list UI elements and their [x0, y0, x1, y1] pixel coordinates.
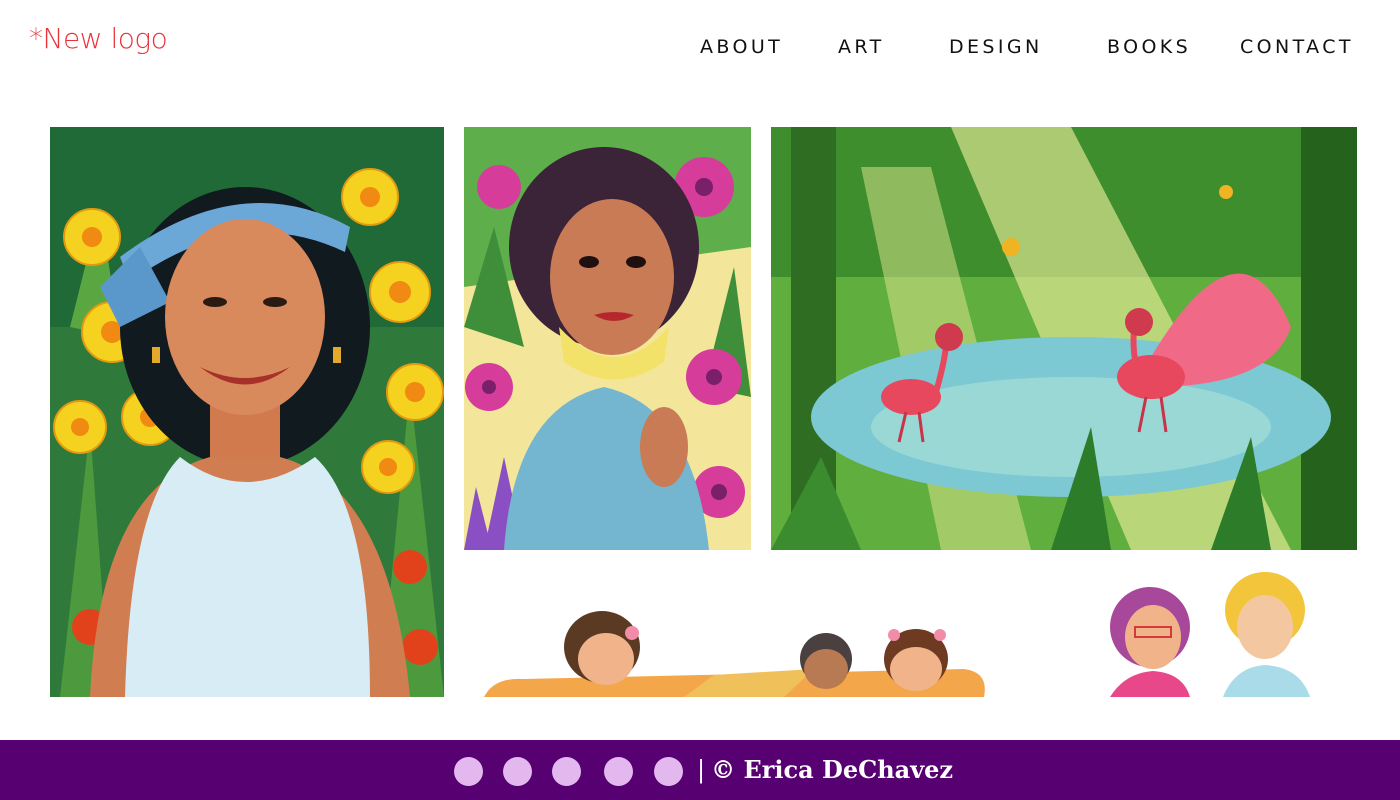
footer-separator: |	[697, 756, 706, 784]
nav-about[interactable]: ABOUT	[700, 36, 783, 58]
social-icon-2[interactable]	[503, 757, 532, 786]
artwork-kids-couch[interactable]	[484, 607, 994, 697]
nav-art[interactable]: ART	[838, 36, 885, 58]
artwork-image	[50, 127, 444, 697]
artwork-flamingo-forest[interactable]	[771, 127, 1357, 550]
nav-books[interactable]: BOOKS	[1107, 36, 1191, 58]
artwork-two-characters[interactable]	[1105, 565, 1315, 697]
copyright: | © Erica DeChavez	[697, 755, 953, 784]
artwork-portrait-daffodils[interactable]	[50, 127, 444, 697]
artwork-image	[771, 127, 1357, 550]
social-icon-5[interactable]	[654, 757, 683, 786]
nav-design[interactable]: DESIGN	[949, 36, 1043, 58]
artwork-image	[484, 607, 994, 697]
artwork-image	[1105, 565, 1315, 697]
artwork-image	[464, 127, 751, 550]
copyright-text: © Erica DeChavez	[711, 755, 954, 784]
social-icon-1[interactable]	[454, 757, 483, 786]
social-icon-4[interactable]	[604, 757, 633, 786]
nav-contact[interactable]: CONTACT	[1240, 36, 1354, 58]
artwork-portrait-mask[interactable]	[464, 127, 751, 550]
social-icon-3[interactable]	[552, 757, 581, 786]
site-logo[interactable]: *New logo	[29, 22, 168, 55]
